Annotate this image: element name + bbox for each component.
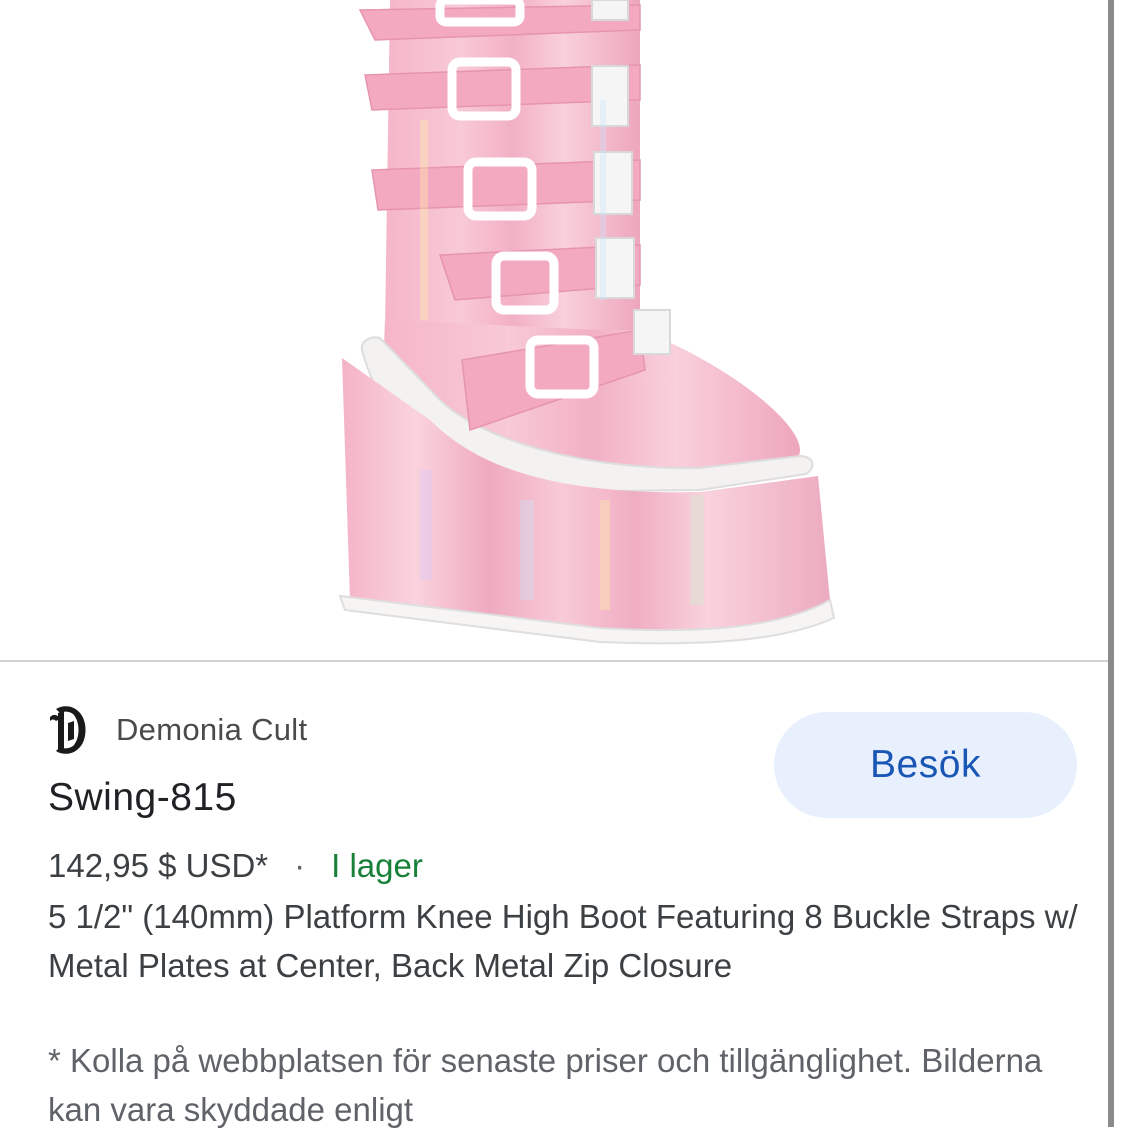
product-title: Swing-815 (48, 776, 237, 819)
price: 142,95 $ USD* (48, 847, 269, 884)
image-divider (0, 660, 1110, 662)
boot-illustration (338, 0, 836, 645)
visit-button[interactable]: Besök (774, 712, 1077, 818)
separator-dot: · (294, 847, 306, 884)
product-description: 5 1/2" (140mm) Platform Knee High Boot F… (48, 898, 1078, 984)
brand-logo-icon (48, 702, 98, 758)
brand-row[interactable]: Demonia Cult (48, 700, 307, 760)
price-row: 142,95 $ USD* · I lager (48, 847, 423, 885)
product-image[interactable] (0, 0, 1110, 660)
brand-name[interactable]: Demonia Cult (116, 712, 307, 748)
stock-status: I lager (331, 847, 423, 884)
panel-edge (1108, 0, 1114, 1127)
price-disclaimer: * Kolla på webbplatsen för senaste prise… (48, 1042, 1043, 1128)
